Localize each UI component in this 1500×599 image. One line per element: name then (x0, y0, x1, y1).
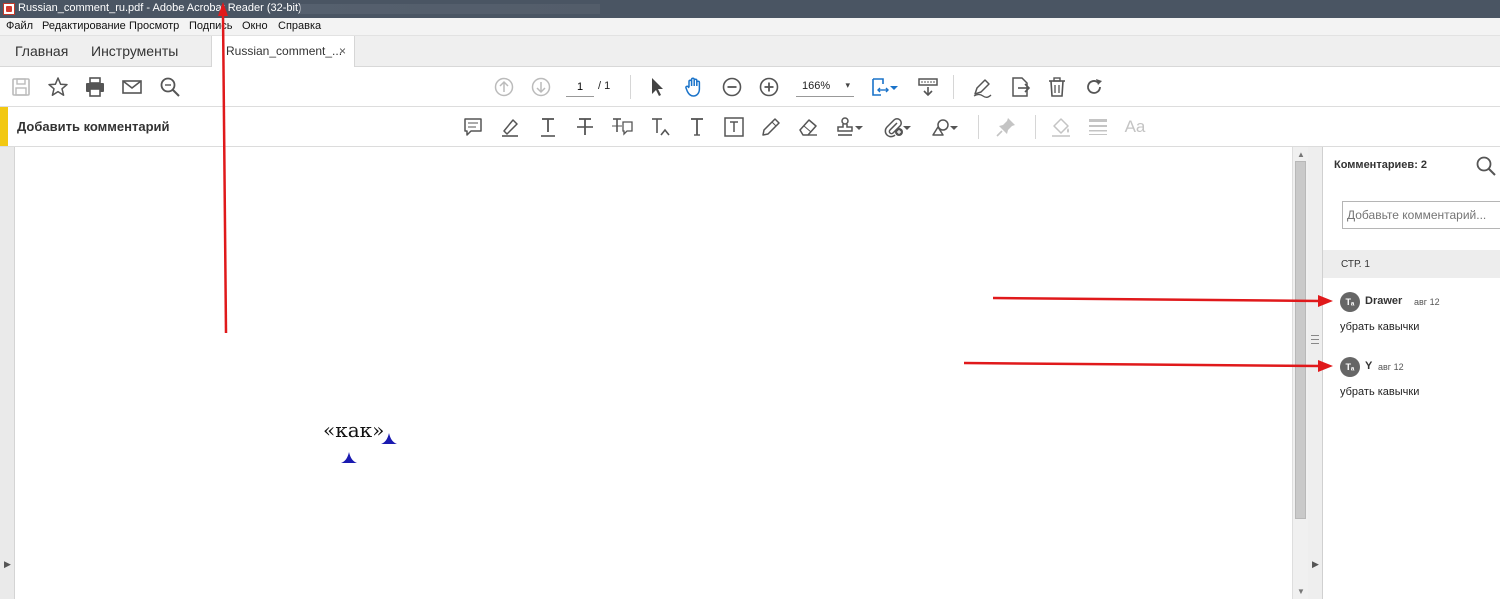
toolbar-divider (1035, 115, 1036, 139)
menu-help[interactable]: Справка (278, 20, 321, 32)
tab-document-label: Russian_comment_... (226, 44, 343, 58)
email-icon[interactable] (120, 75, 144, 99)
toolbar-divider (953, 75, 954, 99)
expand-left-panel-icon[interactable]: ▶ (4, 559, 11, 570)
menu-edit[interactable]: Редактирование (42, 20, 126, 32)
zoom-in-icon[interactable] (757, 75, 781, 99)
comment-toolbar-title: Добавить комментарий (17, 119, 170, 134)
text-comment-icon: Tₐ (1340, 357, 1360, 377)
tab-tools[interactable]: Инструменты (91, 36, 178, 67)
add-comment-input[interactable] (1342, 201, 1500, 229)
print-icon[interactable] (83, 75, 107, 99)
menu-view[interactable]: Просмотр (129, 20, 179, 32)
comments-panel: Комментариев: 2 СТР. 1 Tₐ Drawer авг 12 … (1323, 147, 1500, 599)
comment-toolbar-accent (0, 107, 8, 146)
strikethrough-text-icon[interactable] (572, 114, 598, 140)
page-number-input[interactable] (566, 77, 594, 97)
comment-date: авг 12 (1378, 362, 1404, 372)
zoom-select[interactable]: 166% ▾ (796, 77, 854, 97)
trash-icon[interactable] (1045, 75, 1069, 99)
comment-text: убрать кавычки (1340, 321, 1420, 333)
title-bar: Russian_comment_ru.pdf - Adobe Acrobat R… (0, 0, 1500, 18)
underline-text-icon[interactable] (535, 114, 561, 140)
shapes-caret-icon[interactable] (948, 114, 960, 140)
page-group-header[interactable]: СТР. 1 (1323, 250, 1500, 278)
close-tab-icon[interactable]: × (339, 36, 346, 67)
select-pointer-icon[interactable] (645, 75, 669, 99)
text-insert-marker-icon[interactable] (341, 452, 357, 464)
comment-text: убрать кавычки (1340, 386, 1420, 398)
document-text: «как» (323, 418, 385, 442)
zoom-caret-icon: ▾ (845, 80, 850, 90)
comment-author: Y (1365, 360, 1373, 372)
save-icon[interactable] (9, 75, 33, 99)
scrollbar-thumb[interactable] (1295, 161, 1306, 519)
document-viewport[interactable] (0, 147, 1308, 599)
main-toolbar: / 1 166% ▾ (0, 67, 1500, 107)
scroll-down-icon[interactable]: ▼ (1297, 587, 1305, 596)
comment-item[interactable]: Tₐ Y авг 12 убрать кавычки (1323, 357, 1500, 412)
add-text-icon[interactable] (684, 114, 710, 140)
menu-file[interactable]: Файл (6, 20, 33, 32)
menu-window[interactable]: Окно (242, 20, 268, 32)
attach-caret-icon[interactable] (901, 114, 913, 140)
comment-author: Drawer (1365, 295, 1403, 307)
text-box-icon[interactable] (721, 114, 747, 140)
line-weight-icon[interactable] (1085, 114, 1111, 140)
next-page-icon[interactable] (529, 75, 553, 99)
comments-count-title: Комментариев: 2 (1334, 159, 1428, 171)
acrobat-app-icon (3, 3, 15, 15)
find-icon[interactable] (158, 75, 182, 99)
panel-splitter[interactable]: ▶ (1308, 147, 1323, 599)
toolbar-divider (630, 75, 631, 99)
hand-tool-icon[interactable] (682, 75, 706, 99)
rotate-icon[interactable] (1082, 75, 1106, 99)
sticky-note-icon[interactable] (460, 114, 486, 140)
splitter-grip-icon[interactable] (1311, 335, 1319, 344)
eraser-icon[interactable] (795, 114, 821, 140)
page-group-label: СТР. 1 (1341, 259, 1370, 270)
sign-pen-icon[interactable] (970, 75, 994, 99)
left-panel-toggle[interactable]: ▶ (0, 147, 15, 599)
highlight-icon[interactable] (497, 114, 523, 140)
scroll-up-icon[interactable]: ▲ (1297, 150, 1305, 159)
stamp-caret-icon[interactable] (853, 114, 865, 140)
blurred-title-region (300, 4, 600, 14)
menu-bar: Файл Редактирование Просмотр Подпись Окн… (0, 18, 1500, 36)
page-total: / 1 (598, 80, 611, 92)
tab-home[interactable]: Главная (15, 36, 68, 67)
zoom-value: 166% (802, 80, 831, 92)
toolbar-divider (978, 115, 979, 139)
replace-text-icon[interactable] (609, 114, 635, 140)
comment-item[interactable]: Tₐ Drawer авг 12 убрать кавычки (1323, 292, 1500, 347)
pin-icon[interactable] (993, 114, 1019, 140)
search-comments-icon[interactable] (1475, 155, 1497, 177)
tab-document[interactable]: Russian_comment_... × (211, 36, 355, 68)
zoom-out-icon[interactable] (720, 75, 744, 99)
pencil-icon[interactable] (758, 114, 784, 140)
text-comment-icon: Tₐ (1340, 292, 1360, 312)
font-settings-icon[interactable]: Aa (1122, 114, 1148, 140)
previous-page-icon[interactable] (492, 75, 516, 99)
scroll-mode-icon[interactable] (916, 75, 940, 99)
fit-page-caret-icon[interactable] (888, 75, 900, 99)
fill-color-icon[interactable] (1048, 114, 1074, 140)
comment-toolbar: Добавить комментарий Aa (0, 107, 1500, 147)
collapse-right-panel-icon[interactable]: ▶ (1312, 559, 1319, 570)
vertical-scrollbar[interactable]: ▲ ▼ (1292, 147, 1308, 599)
comment-date: авг 12 (1414, 297, 1440, 307)
export-pdf-icon[interactable] (1008, 75, 1032, 99)
insert-text-icon[interactable] (647, 114, 673, 140)
menu-sign[interactable]: Подпись (189, 20, 233, 32)
tab-bar: Главная Инструменты Russian_comment_... … (0, 36, 1500, 68)
window-title: Russian_comment_ru.pdf - Adobe Acrobat R… (18, 2, 302, 14)
star-icon[interactable] (46, 75, 70, 99)
text-insert-marker-icon[interactable] (381, 433, 397, 445)
